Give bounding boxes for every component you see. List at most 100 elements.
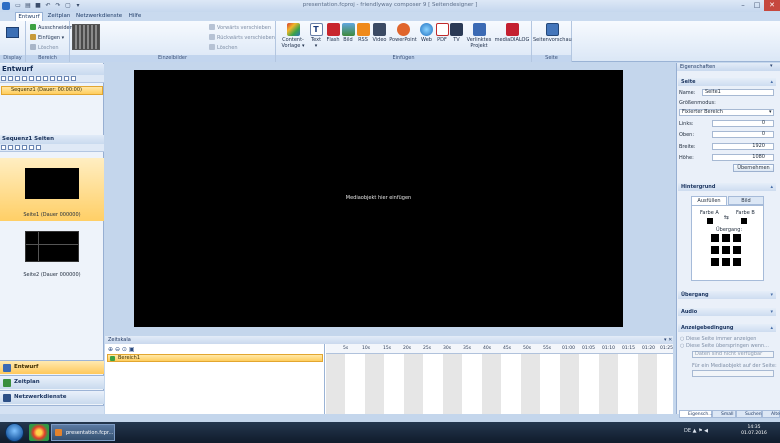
media-object-select[interactable] [692, 370, 774, 377]
timeline-pin-icon[interactable]: ▾ ✕ [664, 337, 672, 343]
clock[interactable]: 14:35 01.07.2016 [730, 425, 778, 437]
page-options-icon[interactable] [29, 145, 34, 150]
schedule-icon[interactable] [50, 76, 55, 81]
tab-ausfuellen[interactable]: Ausfüllen [691, 196, 727, 205]
tab-altern[interactable]: Altern [762, 410, 780, 418]
copy-sequence-icon[interactable] [15, 76, 20, 81]
text-button[interactable]: T Text ▾ [307, 23, 325, 49]
close-icon[interactable]: ✕ [764, 0, 780, 11]
size-mode-select[interactable]: Fixierter Bereich [679, 109, 774, 116]
duplicate-page-icon[interactable] [15, 145, 20, 150]
gradient-tile[interactable] [722, 258, 730, 266]
frame-delete-button[interactable]: Löschen [209, 44, 238, 51]
zoom-reset-icon[interactable]: ▣ [129, 346, 135, 353]
page-dropdown-icon[interactable] [8, 145, 13, 150]
nav-zeitplan[interactable]: Zeitplan [0, 375, 104, 389]
section-seite-header[interactable]: Seite ▴ [678, 78, 776, 86]
filmstrip-icon[interactable] [72, 24, 100, 50]
condition-select[interactable]: Daten sind nicht verfügbar [692, 351, 774, 358]
web-button[interactable]: Web [419, 23, 434, 43]
gradient-tile[interactable] [711, 258, 719, 266]
nav-netzwerkdienste[interactable]: Netzwerkdienste [0, 390, 104, 404]
minimize-icon[interactable]: – [736, 0, 750, 11]
pdf-button[interactable]: PDF [435, 23, 449, 43]
gradient-tile[interactable] [711, 234, 719, 242]
mediadialog-button[interactable]: mediaDIALOG [494, 23, 530, 43]
language-indicator[interactable]: DE [684, 428, 691, 434]
tab-suchen[interactable]: Suchen [736, 410, 762, 418]
section-audio-header[interactable]: Audio ▾ [678, 308, 776, 316]
expand-icon[interactable]: ▾ [770, 291, 773, 299]
move-up-icon[interactable] [29, 76, 34, 81]
tab-hilfe[interactable]: Hilfe [124, 12, 146, 21]
nav-entwurf[interactable]: Entwurf [0, 360, 104, 374]
add-page-icon[interactable] [1, 145, 6, 150]
chrome-icon[interactable] [29, 424, 49, 441]
linked-project-button[interactable]: Verlinktes Projekt [465, 23, 493, 49]
collapse-icon[interactable]: ▴ [770, 324, 773, 332]
add-sequence-icon[interactable] [1, 76, 6, 81]
section-uebergang-header[interactable]: Übergang ▾ [678, 291, 776, 299]
oben-field[interactable]: 0 [712, 131, 774, 138]
collapse-icon[interactable]: ▴ [770, 183, 773, 191]
apply-button[interactable]: Übernehmen [733, 164, 774, 172]
tab-entwurf[interactable]: Entwurf [15, 12, 43, 21]
page-card-2[interactable]: Seite2 (Dauer 000000) [0, 226, 104, 284]
delete-button[interactable]: Löschen [30, 44, 59, 51]
page-preview-button[interactable]: Seitenvorschau [533, 23, 572, 43]
zoom-out-icon[interactable]: ⊖ [115, 346, 120, 353]
gradient-tile[interactable] [733, 258, 741, 266]
chevron-down-icon[interactable]: ▾ [769, 109, 772, 115]
gradient-tile[interactable] [711, 246, 719, 254]
start-icon[interactable] [5, 423, 24, 442]
gradient-tile[interactable] [722, 234, 730, 242]
image-button[interactable]: Bild [341, 23, 355, 43]
move-down-icon[interactable] [36, 76, 41, 81]
sequence-item[interactable]: Sequenz1 (Dauer: 00:00:00) [1, 86, 103, 95]
tab-small[interactable]: Small [712, 410, 736, 418]
hoehe-field[interactable]: 1080 [712, 154, 774, 161]
cut-button[interactable]: Ausschneiden [30, 24, 73, 31]
delete-page-icon[interactable] [22, 145, 27, 150]
tab-netzwerkdienste[interactable]: Netzwerkdienste [76, 12, 122, 21]
delete-sequence-icon[interactable] [8, 76, 13, 81]
breite-field[interactable]: 1920 [712, 143, 774, 150]
network-tray-icon[interactable]: ▲ [693, 428, 697, 434]
preview-icon[interactable] [64, 76, 69, 81]
gradient-tile[interactable] [733, 246, 741, 254]
expand-icon[interactable]: ▾ [770, 308, 773, 316]
display-icon[interactable] [6, 27, 19, 38]
name-field[interactable]: Seite1 [702, 89, 774, 96]
tab-bild[interactable]: Bild [728, 196, 764, 205]
timeline-grid[interactable] [326, 354, 673, 414]
settings-icon[interactable] [57, 76, 62, 81]
volume-icon[interactable]: ◀ [704, 428, 708, 434]
section-hintergrund-header[interactable]: Hintergrund ▴ [678, 183, 776, 191]
tab-zeitplan[interactable]: Zeitplan [46, 12, 72, 21]
links-field[interactable]: 0 [712, 120, 774, 127]
paste-button[interactable]: Einfügen ▾ [30, 34, 64, 41]
timeline-layer-row[interactable]: Bereich1 [107, 354, 323, 362]
export-icon[interactable] [71, 76, 76, 81]
powerpoint-button[interactable]: PowerPoint [388, 23, 418, 43]
flag-icon[interactable]: ⚑ [698, 428, 702, 434]
properties-pin-icon[interactable]: ▾ [770, 63, 773, 69]
content-template-button[interactable]: Content- Vorlage ▾ [280, 23, 306, 49]
collapse-icon[interactable]: ▴ [770, 78, 773, 86]
tv-button[interactable]: TV [450, 23, 463, 43]
page-lock-icon[interactable] [36, 145, 41, 150]
option-skip-when[interactable]: ○ Diese Seite überspringen wenn... [680, 343, 769, 349]
section-anzeige-header[interactable]: Anzeigebedingung ▴ [678, 324, 776, 332]
zoom-fit-icon[interactable]: ⊙ [122, 346, 127, 353]
flash-button[interactable]: Flash [325, 23, 341, 43]
swap-icon[interactable]: ⇆ [724, 214, 729, 221]
move-forward-button[interactable]: Vorwärts verschieben [209, 24, 271, 31]
option-always-show[interactable]: ○ Diese Seite immer anzeigen [680, 336, 756, 342]
gradient-tile[interactable] [722, 246, 730, 254]
properties-icon[interactable] [43, 76, 48, 81]
tab-eigenschaften[interactable]: Eigensch... [679, 410, 713, 418]
page-card-1[interactable]: Seite1 (Dauer 000000) [0, 158, 104, 221]
color-a-swatch[interactable] [707, 218, 713, 224]
move-backward-button[interactable]: Rückwärts verschieben [209, 34, 275, 41]
video-button[interactable]: Video [371, 23, 388, 43]
